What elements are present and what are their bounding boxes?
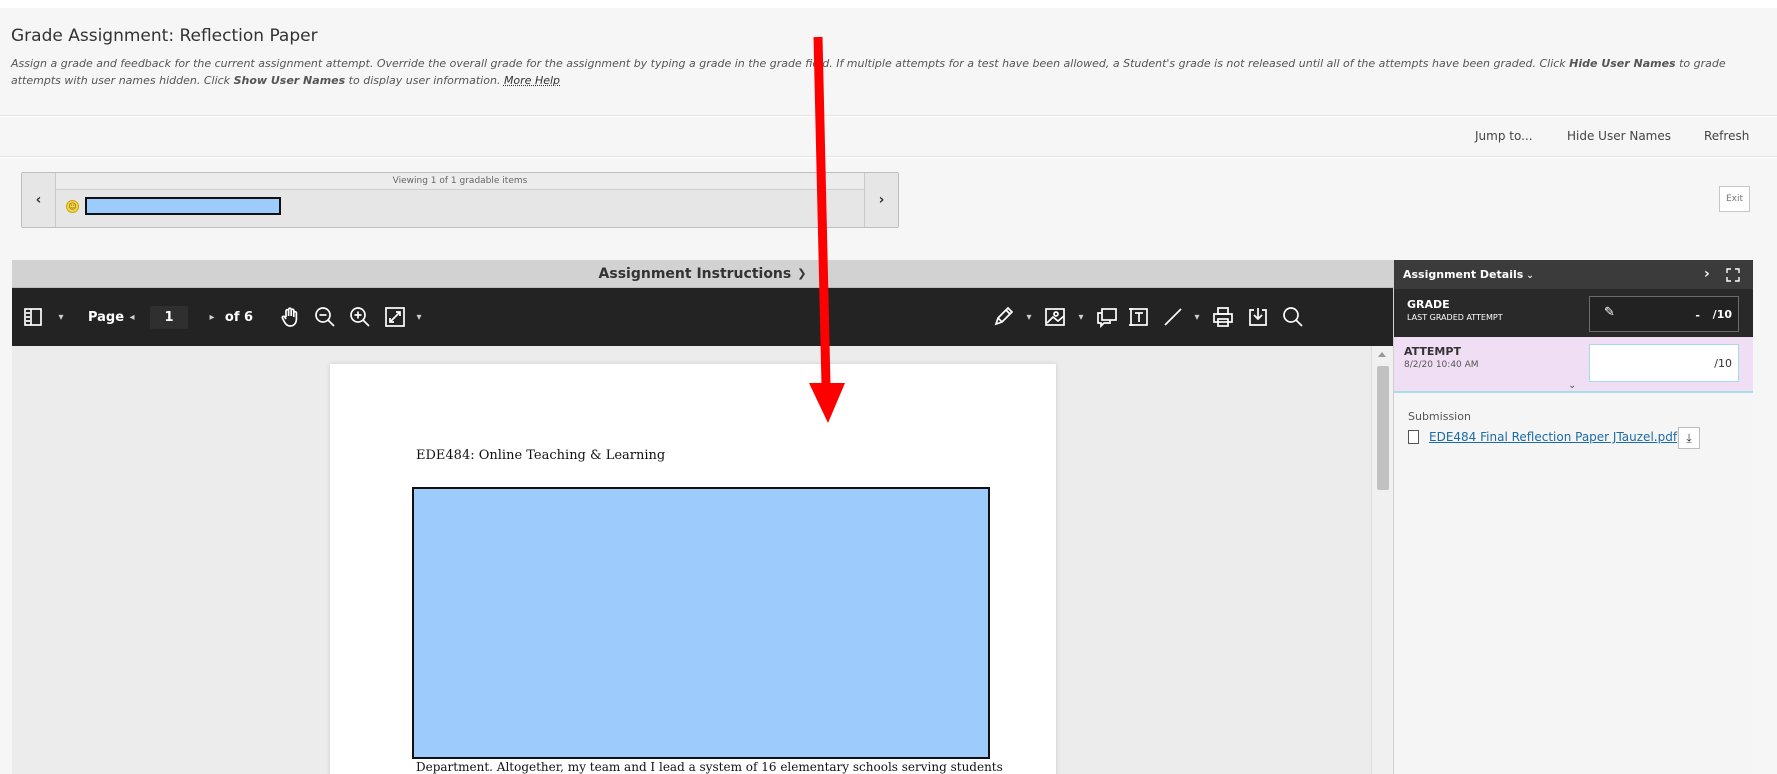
instructions-text: Assign a grade and feedback for the curr… [11,57,1570,70]
attempt-row: ATTEMPT 8/2/20 10:40 AM /10 ⌄ [1394,337,1753,393]
instructions-bar-label: Assignment Instructions [598,265,792,282]
prev-page-icon[interactable]: ◂ [126,288,138,346]
pdf-page: EDE484: Online Teaching & Learning Depar… [330,364,1056,774]
expand-icon[interactable] [1726,267,1740,286]
panel-title: Assignment Details [1403,268,1524,281]
page-total: of 6 [224,309,254,325]
sidebar-toggle-icon[interactable] [20,288,46,346]
pdf-scrollbar[interactable] [1371,346,1393,774]
assignment-instructions-toggle[interactable]: Assignment Instructions ❯ [12,260,1393,288]
refresh-link[interactable]: Refresh [1704,129,1749,143]
instructions-text: to display user information. [345,74,504,87]
attempt-grade-input[interactable]: /10 [1589,344,1739,382]
fit-page-icon[interactable] [382,288,408,346]
zoom-dropdown-icon[interactable]: ▾ [412,288,426,346]
exit-button[interactable]: Exit [1719,186,1750,212]
more-help-link[interactable]: More Help [504,74,560,87]
chevron-down-icon[interactable]: ⌄ [1568,380,1576,391]
zoom-in-icon[interactable] [347,288,373,346]
instructions-hide-names: Hide User Names [1569,57,1676,70]
action-bar: Jump to... Hide User Names Refresh [0,117,1777,157]
image-stamp-icon[interactable] [1042,288,1068,346]
comment-icon[interactable] [1094,288,1120,346]
assignment-details-panel: Assignment Details ⌄ › GRADE LAST GRADED … [1393,260,1753,774]
print-icon[interactable] [1210,288,1236,346]
user-status-icon: ☺ [66,199,79,213]
navigator-center: Viewing 1 of 1 gradable items ☺ [56,173,864,227]
zoom-out-icon[interactable] [312,288,338,346]
line-tool-icon[interactable] [1160,288,1186,346]
scroll-up-icon[interactable] [1378,352,1386,357]
download-icon[interactable] [1245,288,1271,346]
grade-row: GRADE LAST GRADED ATTEMPT ✎ - /10 [1394,289,1753,337]
attempt-out-of: /10 [1714,357,1732,370]
pdf-canvas[interactable]: EDE484: Online Teaching & Learning Depar… [12,346,1371,774]
search-icon[interactable] [1280,288,1306,346]
attempt-date: 8/2/20 10:40 AM [1404,360,1479,370]
submission-label: Submission [1408,410,1471,423]
grade-out-of: /10 [1712,308,1732,321]
gradable-items-count: Viewing 1 of 1 gradable items [56,173,864,190]
student-name-selector[interactable]: ☺ [66,197,281,215]
page-instructions: Assign a grade and feedback for the curr… [11,55,1751,89]
scroll-thumb[interactable] [1377,366,1389,490]
top-strip [0,0,1777,8]
panel-header: Assignment Details ⌄ › [1394,260,1753,289]
page-number-input[interactable]: 1 [150,306,188,329]
panel-title-toggle[interactable]: Assignment Details ⌄ [1403,268,1534,281]
pencil-annotate-icon[interactable] [990,288,1016,346]
page-header: Grade Assignment: Reflection Paper Assig… [0,8,1777,116]
line-dropdown-icon[interactable]: ▾ [1190,288,1204,346]
pdf-toolbar: ▾ Page ◂ 1 ▸ of 6 ▾ ▾ ▾ ▾ [12,288,1393,346]
stamp-dropdown-icon[interactable]: ▾ [1074,288,1088,346]
file-icon [1408,430,1419,444]
page-label: Page [87,309,125,325]
chevron-down-icon: ❯ [797,267,807,280]
previous-student-button[interactable]: ‹ [22,173,56,227]
jump-to-link[interactable]: Jump to... [1475,129,1533,143]
document-viewer: Assignment Instructions ❯ ▾ Page ◂ 1 ▸ o… [12,260,1393,774]
instructions-show-names: Show User Names [233,74,346,87]
redacted-student-name [85,197,281,215]
grade-sublabel: LAST GRADED ATTEMPT [1407,313,1503,322]
content-area: ‹ Viewing 1 of 1 gradable items ☺ › Exit… [0,158,1777,774]
student-navigator: ‹ Viewing 1 of 1 gradable items ☺ › [21,172,899,228]
redacted-document-region [412,487,990,759]
grade-label: GRADE [1407,298,1450,311]
attempt-label: ATTEMPT [1404,345,1461,358]
text-box-icon[interactable] [1126,288,1152,346]
hide-user-names-link[interactable]: Hide User Names [1567,129,1671,143]
collapse-panel-icon[interactable]: › [1704,266,1710,282]
page-title: Grade Assignment: Reflection Paper [11,26,318,46]
download-file-button[interactable]: ⤓ [1678,427,1700,449]
pan-hand-icon[interactable] [277,288,303,346]
next-student-button[interactable]: › [864,173,898,227]
document-body-text: Department. Altogether, my team and I le… [416,760,1003,774]
chevron-down-icon: ⌄ [1526,271,1534,281]
submission-file-link[interactable]: EDE484 Final Reflection Paper JTauzel.pd… [1429,430,1677,444]
next-page-icon[interactable]: ▸ [206,288,218,346]
overall-grade-field[interactable]: ✎ - /10 [1589,296,1739,332]
sidebar-dropdown-icon[interactable]: ▾ [54,288,68,346]
pencil-dropdown-icon[interactable]: ▾ [1022,288,1036,346]
document-course-title: EDE484: Online Teaching & Learning [416,448,666,463]
grade-value: - [1695,309,1700,322]
edit-pencil-icon[interactable]: ✎ [1604,305,1615,320]
